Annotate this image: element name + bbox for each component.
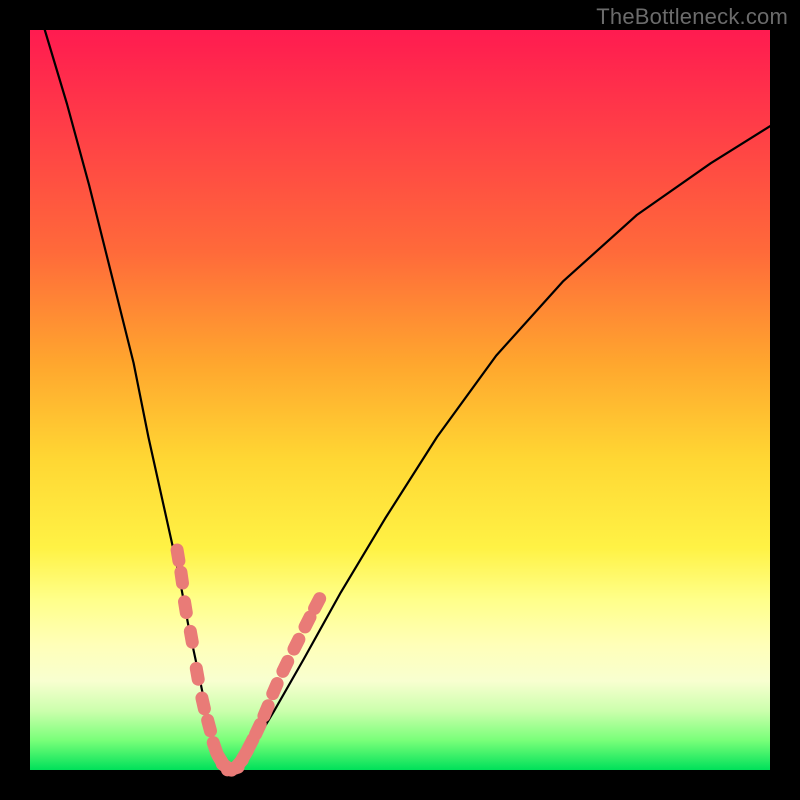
watermark-text: TheBottleneck.com bbox=[596, 4, 788, 30]
bead bbox=[194, 690, 212, 716]
bead bbox=[177, 594, 194, 620]
bead bbox=[285, 631, 307, 658]
bottleneck-curve-svg bbox=[30, 30, 770, 770]
bead bbox=[189, 661, 206, 687]
bead bbox=[170, 542, 187, 568]
plot-area bbox=[30, 30, 770, 770]
bead bbox=[174, 565, 190, 591]
bead bbox=[183, 624, 200, 650]
chart-frame: TheBottleneck.com bbox=[0, 0, 800, 800]
bottleneck-curve-line bbox=[45, 30, 770, 770]
bead bbox=[200, 712, 219, 739]
highlight-beads bbox=[170, 542, 329, 779]
